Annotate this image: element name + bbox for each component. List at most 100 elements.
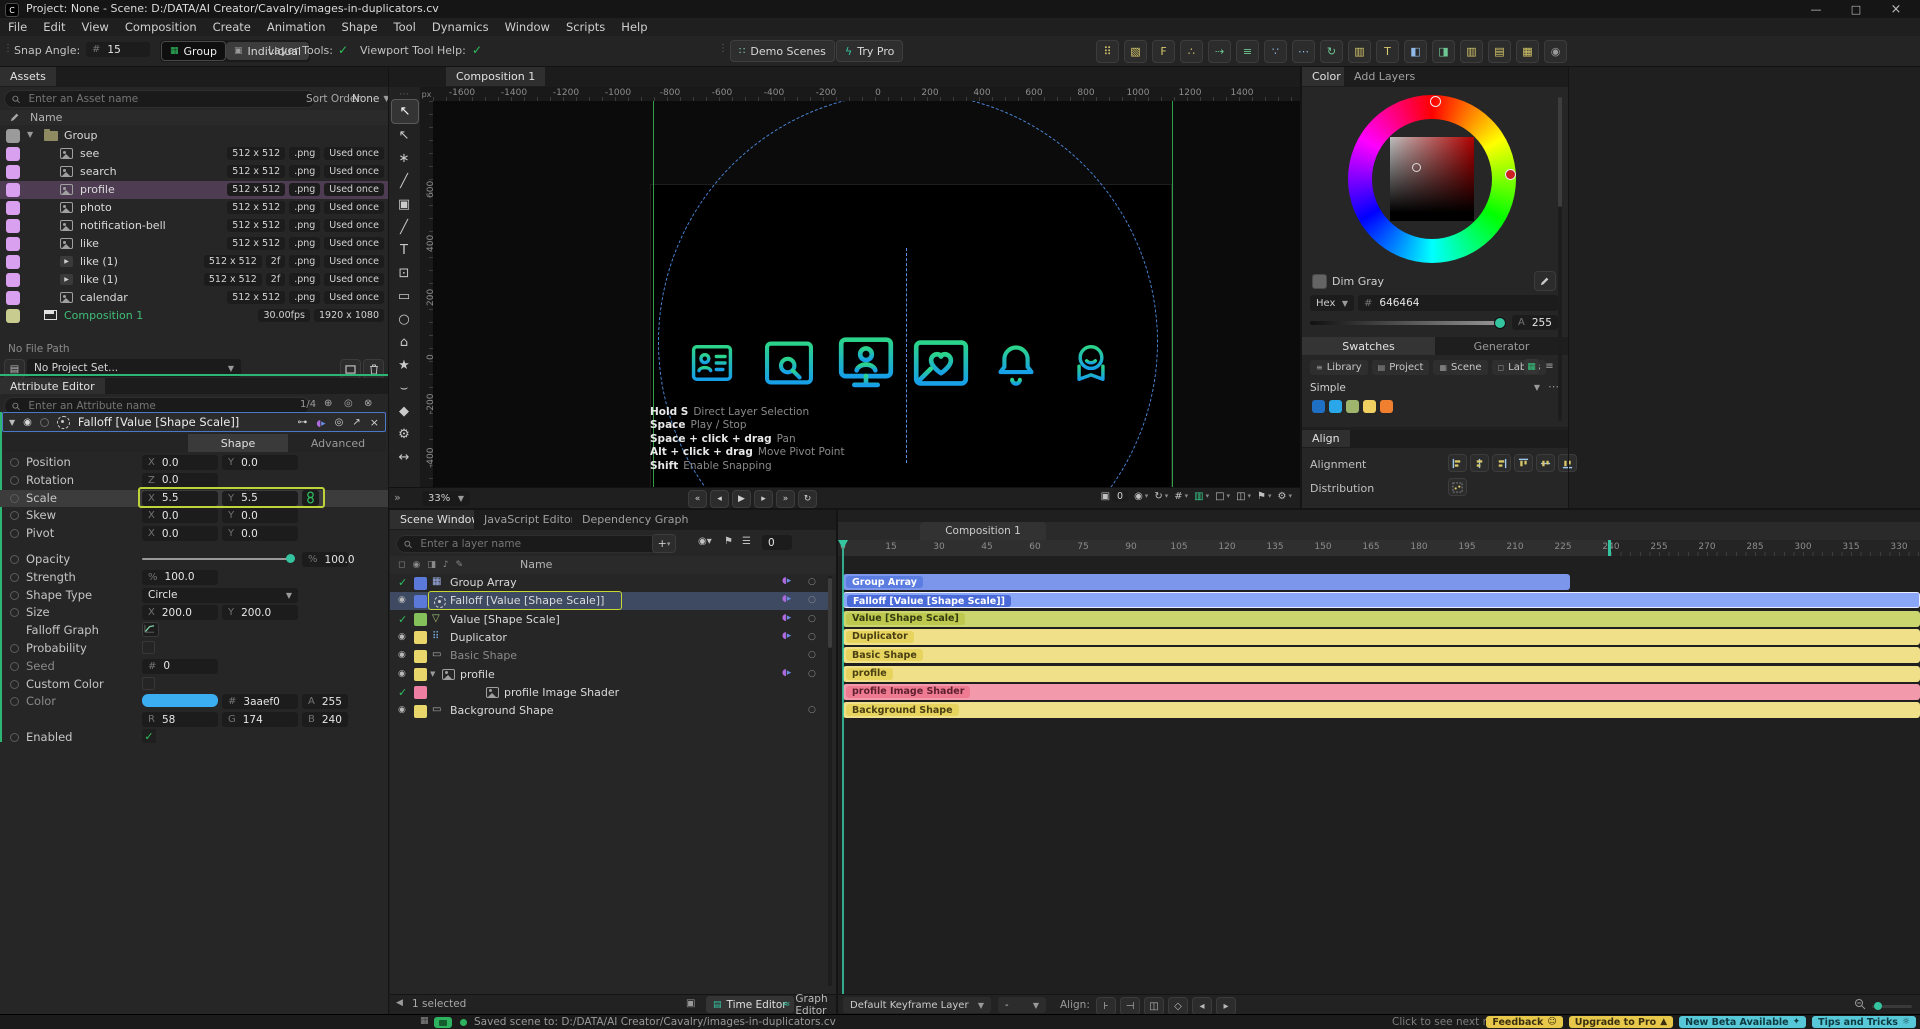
tool-7-icon[interactable]: ⊡ <box>391 262 417 285</box>
library-tab-library[interactable]: ≡ Library <box>1310 360 1368 375</box>
tool-6-icon[interactable]: T <box>391 239 417 262</box>
asset-swatch[interactable] <box>6 273 20 287</box>
layer-target-circle[interactable]: ○ <box>808 577 816 587</box>
keyframe-type-select[interactable]: - ▼ <box>998 997 1046 1013</box>
photoheart-image[interactable] <box>906 328 976 398</box>
transport-3-button[interactable]: ▸ <box>754 490 773 508</box>
scene-column-icon-4[interactable]: ✎ <box>456 560 464 570</box>
status-chip-feedback[interactable]: Feedback ☺ <box>1486 1016 1563 1028</box>
console-grid-icon[interactable]: ▦ <box>420 1016 429 1026</box>
expand-tools-icon[interactable]: » <box>394 491 401 504</box>
asset-search-input[interactable] <box>4 90 316 108</box>
scene-row-background-shape[interactable]: ◉ ▭ Background Shape ○ <box>390 702 828 720</box>
asset-swatch[interactable] <box>6 183 20 197</box>
menu-item-animation[interactable]: Animation <box>259 18 334 36</box>
new-composition-button[interactable] <box>340 359 361 379</box>
layer-color-swatch[interactable] <box>414 649 427 663</box>
checkbox[interactable] <box>142 641 155 654</box>
tool-11-icon[interactable]: ★ <box>391 354 417 377</box>
eye-icon[interactable]: ◉ <box>23 417 32 428</box>
tool-15-icon[interactable]: ↔ <box>391 446 417 469</box>
toolbar-grip2[interactable]: ⋮ <box>718 43 728 54</box>
add-layers-tab[interactable]: Add Layers <box>1344 67 1426 86</box>
value-field[interactable]: X 0.0 <box>142 508 218 524</box>
layer-enabled-check-icon[interactable]: ✓ <box>398 686 407 699</box>
opacity-slider[interactable] <box>142 558 292 560</box>
idcard-image[interactable] <box>686 337 738 389</box>
value-field[interactable]: X 200.0 <box>142 605 218 621</box>
viewport-zoom-select[interactable]: 33% ▼ <box>422 491 470 506</box>
checkbox[interactable] <box>142 676 155 690</box>
menu-item-create[interactable]: Create <box>205 18 259 36</box>
asset-swatch[interactable] <box>6 291 20 305</box>
transport-4-button[interactable]: » <box>776 490 795 508</box>
tool-9-icon[interactable]: ○ <box>391 308 417 331</box>
asset-swatch[interactable] <box>6 201 20 215</box>
align-left-button[interactable] <box>1448 454 1467 472</box>
keyframe-indicator-icon[interactable]: ◖▸ <box>782 576 791 586</box>
collapse-panel-icon[interactable]: ◀ <box>396 998 403 1008</box>
maximize-button[interactable]: □ <box>1836 0 1876 18</box>
menu-item-composition[interactable]: Composition <box>117 18 205 36</box>
tool-13-icon[interactable]: ◆ <box>391 400 417 423</box>
value-field[interactable]: #0 <box>142 658 218 674</box>
menu-item-window[interactable]: Window <box>497 18 558 36</box>
menu-item-tool[interactable]: Tool <box>386 18 424 36</box>
graph-editor-button[interactable]: ≈ Graph Editor <box>776 993 836 1017</box>
tab-advanced[interactable]: Advanced <box>288 434 388 452</box>
clear-attributes-icon[interactable]: ⊗ <box>364 398 372 409</box>
viewport-option-3-icon[interactable]: # ▾ <box>1174 491 1188 502</box>
timeline-zoom-slider[interactable] <box>1872 1001 1912 1010</box>
value-field[interactable]: Y 200.0 <box>222 605 298 621</box>
script-badge[interactable] <box>434 1017 452 1028</box>
value-field[interactable]: #3aaef0 <box>222 694 298 710</box>
scene-column-icon-3[interactable]: ♪ <box>443 560 449 570</box>
palette-swatch-0[interactable] <box>1312 400 1325 413</box>
nodes-icon[interactable]: ⊶ <box>297 417 307 428</box>
asset-swatch[interactable] <box>6 165 20 179</box>
assets-tab[interactable]: Assets <box>0 67 56 86</box>
viewport-option-6-icon[interactable]: ◫ ▾ <box>1236 491 1251 502</box>
timeline-ruler[interactable]: 0 15 30 45 60 75 90 105 120 135 150 165 180 195 210 225… <box>838 540 1920 556</box>
scene-column-icon-0[interactable]: ◻ <box>398 560 405 570</box>
tool-0-icon[interactable]: ↖ <box>391 99 419 124</box>
layer-enabled-check-icon[interactable]: ✓ <box>398 613 407 626</box>
asset-row-photo[interactable]: photo 512 x 512 .png Used once <box>0 199 388 217</box>
toolbar-icon-14[interactable]: ▤ <box>1488 40 1511 63</box>
opacity-slider-knob[interactable] <box>286 554 295 563</box>
toolbar-icon-5[interactable]: ≡ <box>1236 40 1259 63</box>
timeline-bar-group-array[interactable]: Group Array <box>843 574 1570 590</box>
alpha-slider[interactable] <box>1310 321 1506 325</box>
asset-swatch[interactable] <box>6 255 20 269</box>
generator-tab[interactable]: Generator <box>1435 337 1568 355</box>
timeline-tool-2-button[interactable]: ◫ <box>1144 997 1164 1015</box>
pin-icon[interactable]: ◎ <box>335 417 344 428</box>
panel-splitter-active[interactable] <box>0 374 388 376</box>
layer-visibility-eye-icon[interactable]: ◉ <box>398 595 406 605</box>
layer-visibility-eye-icon[interactable]: ◉ <box>398 632 406 642</box>
keyframe-indicator-icon[interactable]: ◖▸ <box>782 594 791 604</box>
color-swatch-button[interactable] <box>142 694 218 708</box>
socket-icon[interactable] <box>10 458 19 467</box>
asset-swatch[interactable] <box>6 129 20 143</box>
menu-item-view[interactable]: View <box>74 18 117 36</box>
delete-asset-button[interactable] <box>363 359 384 379</box>
library-tab-scene[interactable]: ▦ Scene <box>1433 360 1488 375</box>
value-field[interactable]: R 58 <box>142 712 218 728</box>
browser-image[interactable] <box>758 332 820 394</box>
toolbar-icon-8[interactable]: ↻ <box>1320 40 1343 63</box>
asset-swatch[interactable] <box>6 219 20 233</box>
asset-row-like-1[interactable]: ▶ like (1) 512 x 512 2f .png Used once <box>0 253 388 271</box>
socket-icon[interactable] <box>10 493 19 503</box>
current-color-swatch[interactable] <box>1312 274 1327 289</box>
asset-swatch[interactable] <box>6 309 20 323</box>
dependency-graph-tab[interactable]: Dependency Graph <box>572 510 699 529</box>
grid-view-icon[interactable]: ▦ <box>1524 359 1539 374</box>
palette-swatch-1[interactable] <box>1329 400 1342 413</box>
layer-enabled-check-icon[interactable]: ✓ <box>398 576 407 589</box>
scene-column-icon-2[interactable]: ◨ <box>427 560 436 570</box>
timeline-tool-3-button[interactable]: ◇ <box>1168 997 1188 1015</box>
keyframe-icon[interactable]: ◖▸ <box>316 416 325 429</box>
toolbar-icon-16[interactable]: ◉ <box>1544 40 1567 63</box>
timeline-bar-falloff-value-shape-scale[interactable]: Falloff [Value [Shape Scale]] <box>843 592 1920 609</box>
